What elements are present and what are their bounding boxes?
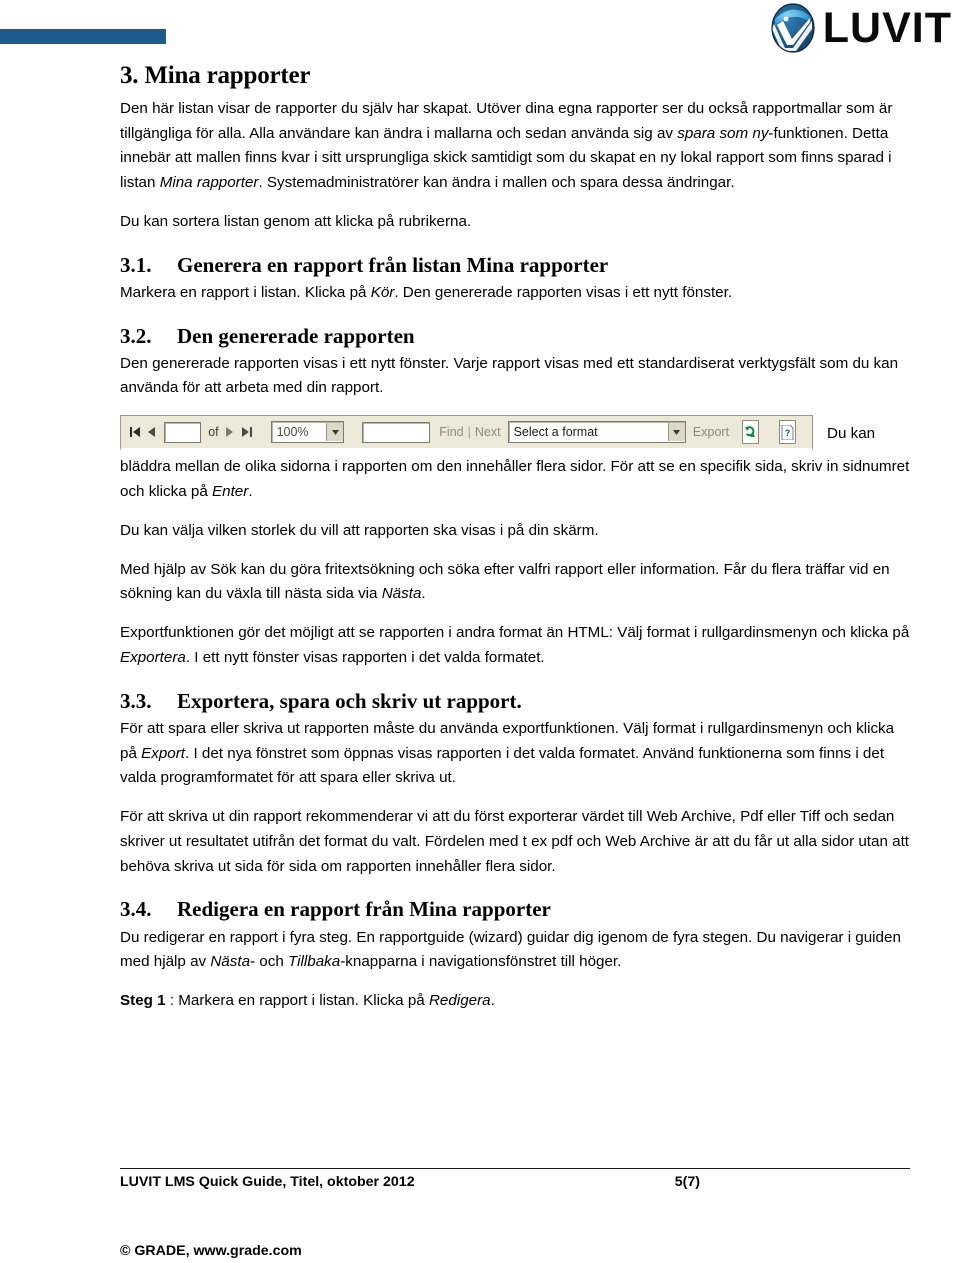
s31-italic-kor: Kör xyxy=(370,283,395,301)
steg-italic-redigera: Redigera xyxy=(428,992,491,1010)
page-footer: LUVIT LMS Quick Guide, Titel, oktober 20… xyxy=(120,1168,910,1190)
after-toolbar-paragraph: bläddra mellan de olika sidorna i rappor… xyxy=(120,455,910,505)
report-toolbar-figure: of 100% Find | Next Select a format Expo… xyxy=(120,415,910,452)
atb-italic-enter: Enter xyxy=(212,483,249,501)
heading-3-1: 3.1. Generera en rapport från listan Min… xyxy=(120,253,910,278)
last-page-icon[interactable] xyxy=(238,420,255,444)
paragraph-search: Med hjälp av Sök kan du göra fritextsökn… xyxy=(120,558,910,608)
search-text-b: . xyxy=(421,585,426,603)
heading-3-3-number: 3.3. xyxy=(120,688,152,713)
section-3-1-body: Markera en rapport i listan. Klicka på K… xyxy=(120,281,910,306)
search-input[interactable] xyxy=(361,421,431,443)
steg-text-a: : Markera en rapport i listan. Klicka på xyxy=(165,992,429,1010)
section-3-3-body: För att spara eller skriva ut rapporten … xyxy=(120,717,910,791)
intro-italic-mina-rapporter: Mina rapporter xyxy=(159,174,259,192)
s31-text-a: Markera en rapport i listan. Klicka på xyxy=(120,283,371,301)
zoom-level-select[interactable]: 100% xyxy=(270,421,345,444)
intro-paragraph-1: Den här listan visar de rapporter du sjä… xyxy=(120,97,910,196)
footer-title: LUVIT LMS Quick Guide, Titel, oktober 20… xyxy=(120,1174,415,1190)
toolbar-wrap-text: Du kan xyxy=(827,424,876,442)
footer-page-number: 5(7) xyxy=(674,1174,700,1190)
heading-3-4-title: Redigera en rapport från Mina rapporter xyxy=(177,897,551,922)
search-italic-nasta: Nästa xyxy=(381,585,422,603)
chevron-down-icon[interactable] xyxy=(326,423,344,442)
paragraph-export: Exportfunktionen gör det möjligt att se … xyxy=(120,621,910,671)
export-text-b: . I ett nytt fönster visas rapporten i d… xyxy=(185,648,545,666)
previous-page-icon[interactable] xyxy=(144,420,161,444)
find-next-button[interactable]: Next xyxy=(472,425,504,439)
next-page-icon[interactable] xyxy=(222,420,239,444)
copyright-notice: © GRADE, www.grade.com xyxy=(120,1243,302,1259)
help-icon[interactable]: ? xyxy=(779,420,796,445)
heading-3-2: 3.2. Den genererade rapporten xyxy=(120,324,910,349)
intro-text-c: . Systemadministratörer kan ändra i mall… xyxy=(258,174,735,192)
heading-3-1-title: Generera en rapport från listan Mina rap… xyxy=(177,252,609,277)
heading-3-2-title: Den genererade rapporten xyxy=(177,323,415,348)
paragraph-size: Du kan välja vilken storlek du vill att … xyxy=(120,521,599,539)
intro-paragraph-2: Du kan sortera listan genom att klicka p… xyxy=(120,212,472,230)
svg-text:?: ? xyxy=(785,428,791,438)
atb-text-b: . xyxy=(248,483,253,501)
s31-text-b: . Den genererade rapporten visas i ett n… xyxy=(394,283,733,301)
page-title: 3. Mina rapporter xyxy=(120,62,311,89)
luvit-logo-text: LUVIT xyxy=(822,3,952,52)
refresh-icon[interactable] xyxy=(742,420,760,445)
first-page-icon[interactable] xyxy=(127,420,144,444)
footer-row: LUVIT LMS Quick Guide, Titel, oktober 20… xyxy=(120,1174,910,1190)
export-format-value: Select a format xyxy=(513,425,598,440)
export-format-select[interactable]: Select a format xyxy=(507,421,686,444)
intro-italic-spara-som-ny: spara som ny xyxy=(677,124,769,142)
heading-3-4: 3.4. Redigera en rapport från Mina rappo… xyxy=(120,897,910,922)
luvit-logo: LUVIT xyxy=(769,2,952,54)
steg-1-label: Steg 1 xyxy=(120,992,166,1010)
s34-italic-nasta: Nästa xyxy=(210,953,251,971)
export-italic-exportera: Exportera xyxy=(120,648,186,666)
report-viewer-toolbar[interactable]: of 100% Find | Next Select a format Expo… xyxy=(120,415,813,452)
s33-italic-export: Export xyxy=(141,744,186,762)
luvit-globe-icon xyxy=(769,3,817,53)
footer-divider xyxy=(120,1168,910,1169)
steg-text-b: . xyxy=(490,992,495,1010)
header-accent-bar xyxy=(0,29,166,44)
heading-3-4-number: 3.4. xyxy=(120,897,152,922)
s33-text-b: . I det nya fönstret som öppnas visas ra… xyxy=(120,744,885,787)
page-number-input[interactable] xyxy=(164,421,202,443)
export-button[interactable]: Export xyxy=(690,425,732,439)
document-body: 3. Mina rapporter Den här listan visar d… xyxy=(120,62,910,1014)
section-3-4-body: Du redigerar en rapport i fyra steg. En … xyxy=(120,926,910,976)
page-of-label: of xyxy=(208,425,219,440)
s34-text-mid: - och xyxy=(250,953,289,971)
find-button[interactable]: Find xyxy=(436,425,466,439)
zoom-level-value: 100% xyxy=(276,425,309,440)
s34-italic-tillbaka: Tillbaka xyxy=(288,953,341,971)
section-3-2-body: Den genererade rapporten visas i ett nyt… xyxy=(120,354,899,397)
heading-3-1-number: 3.1. xyxy=(120,252,152,277)
s34-text-b: -knapparna i navigationsfönstret till hö… xyxy=(340,953,622,971)
export-text-a: Exportfunktionen gör det möjligt att se … xyxy=(120,624,910,642)
steg-1-paragraph: Steg 1 : Markera en rapport i listan. Kl… xyxy=(120,989,910,1014)
chevron-down-icon[interactable] xyxy=(667,423,685,442)
heading-3-2-number: 3.2. xyxy=(120,323,152,348)
heading-3-3-title: Exportera, spara och skriv ut rapport. xyxy=(177,688,522,713)
paragraph-print: För att skriva ut din rapport rekommende… xyxy=(120,808,910,875)
search-text-a: Med hjälp av Sök kan du göra fritextsökn… xyxy=(120,560,890,603)
heading-3-3: 3.3. Exportera, spara och skriv ut rappo… xyxy=(120,689,910,714)
